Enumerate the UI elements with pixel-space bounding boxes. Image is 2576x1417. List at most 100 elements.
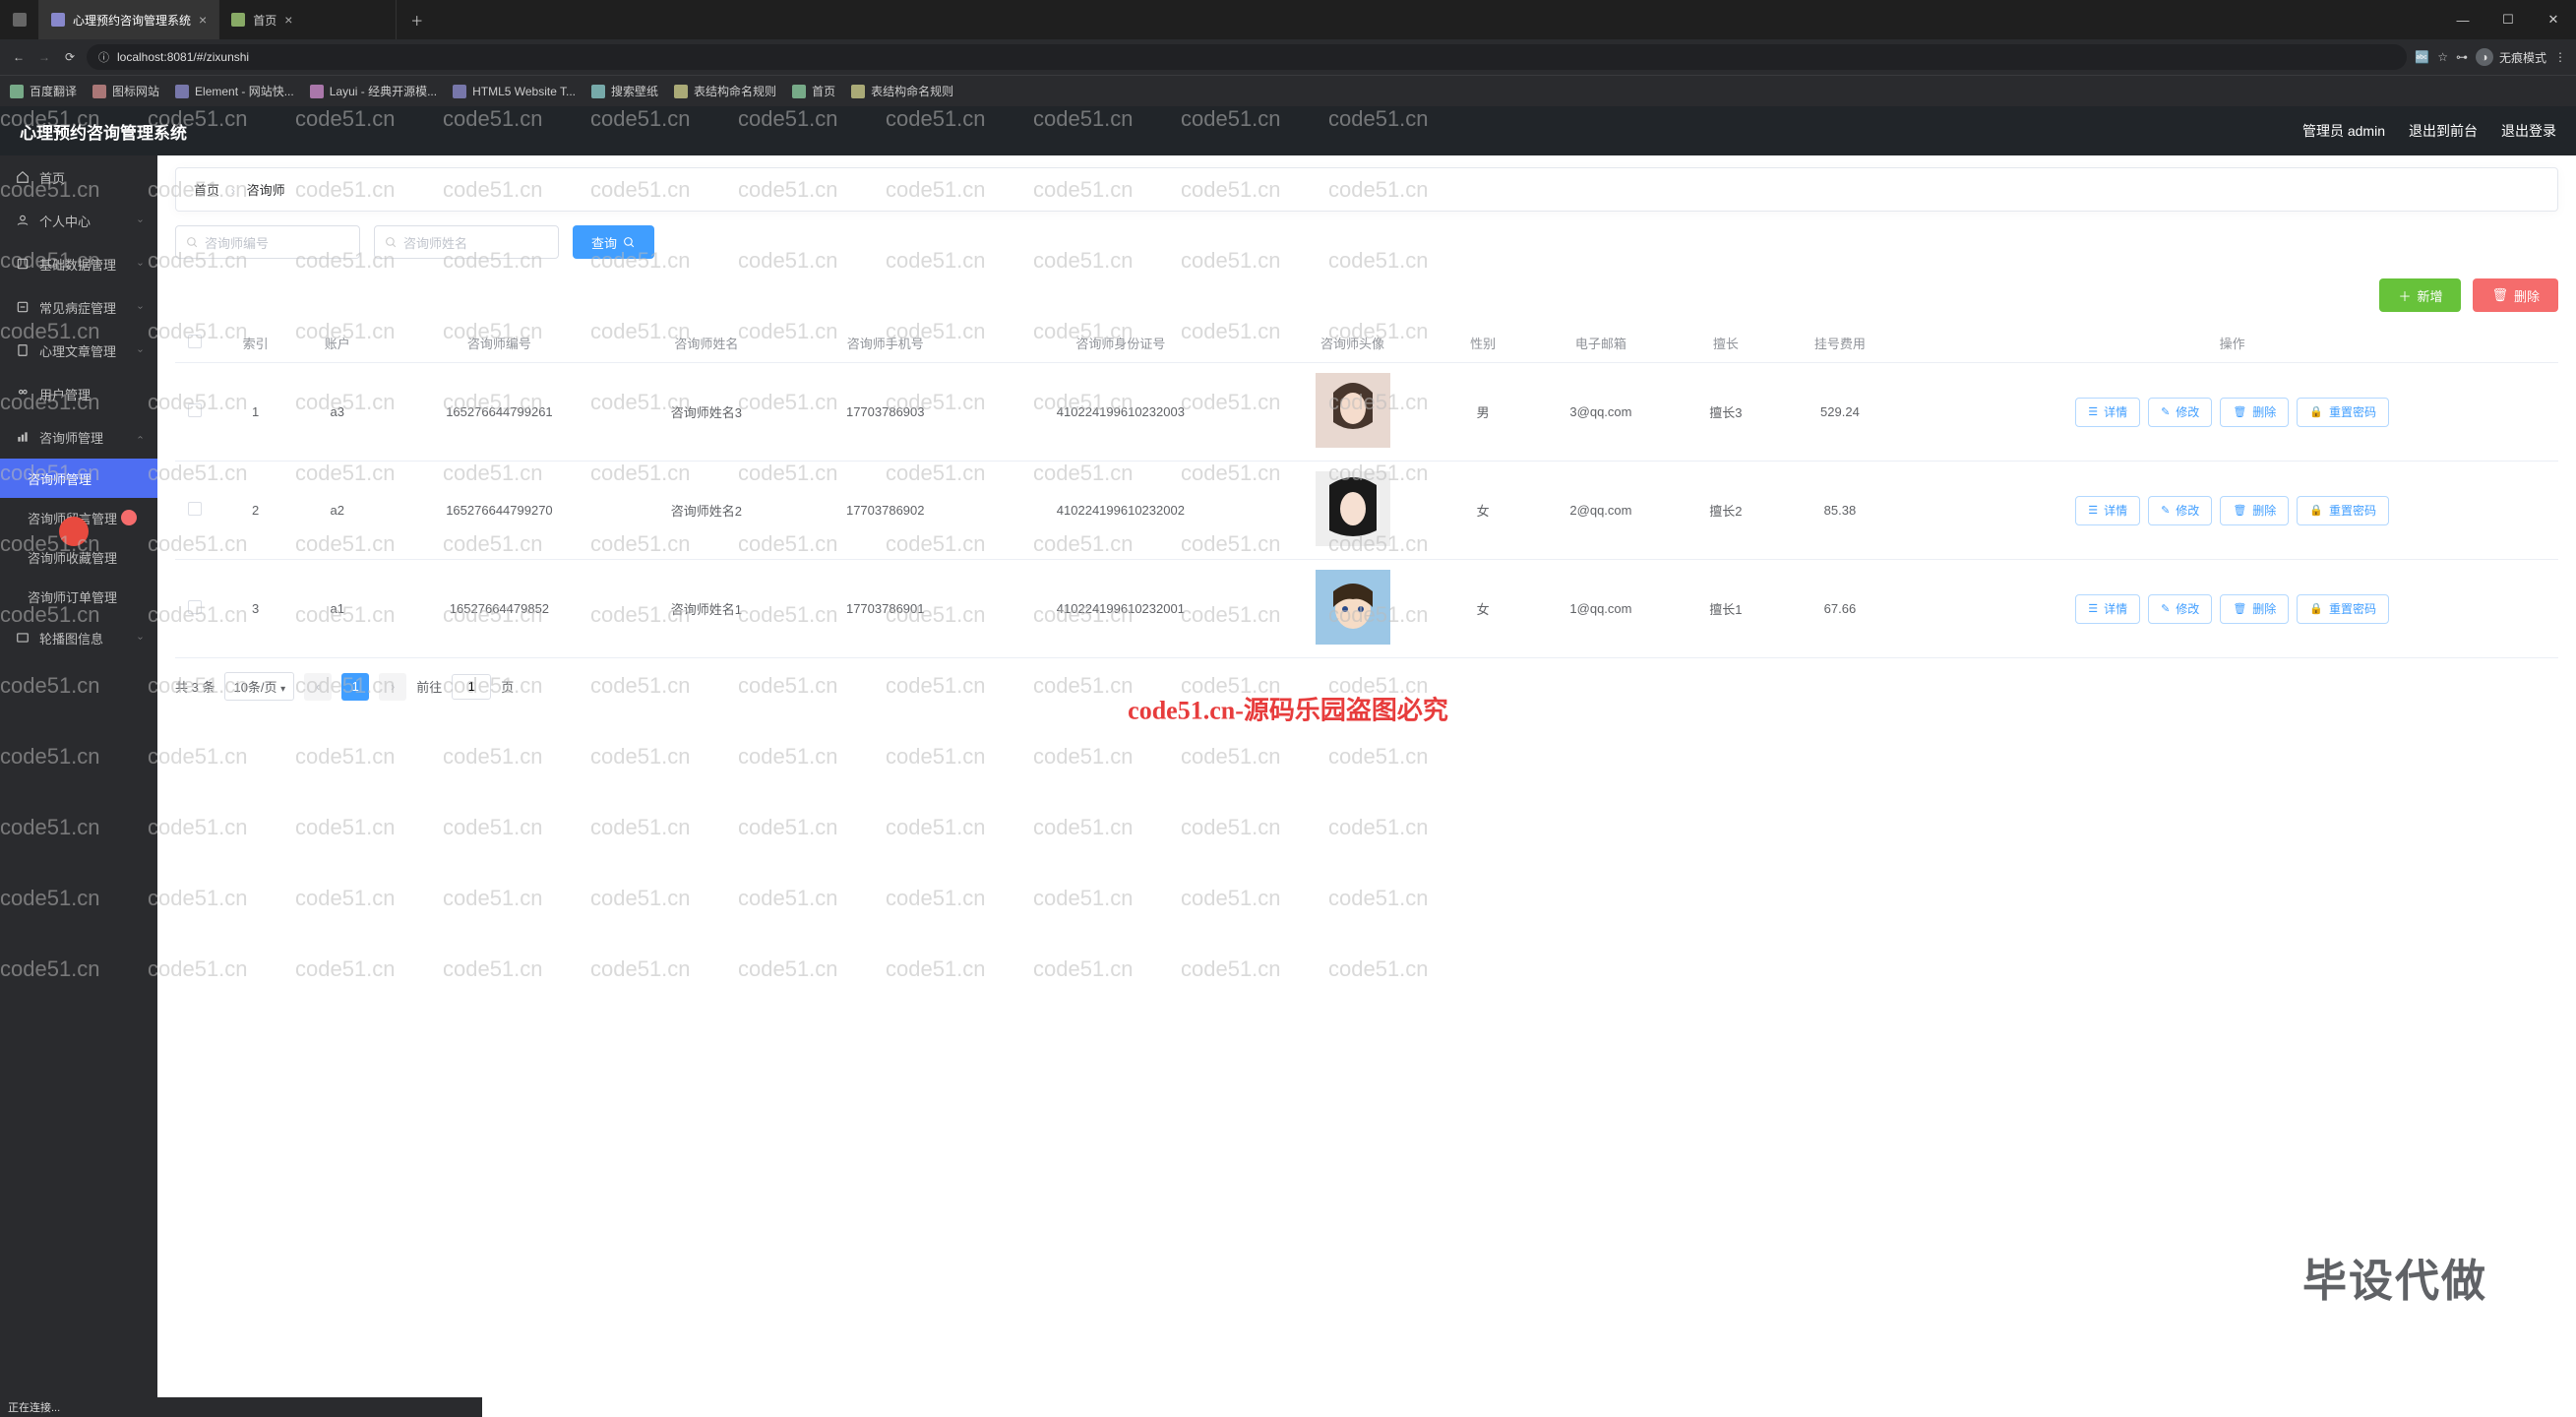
row-checkbox[interactable] bbox=[188, 403, 202, 417]
close-icon[interactable]: × bbox=[284, 12, 292, 28]
sidebar-item-label: 轮播图信息 bbox=[39, 629, 103, 647]
delete-button[interactable]: 🗑 删除 bbox=[2473, 278, 2558, 312]
cell-phone: 17703786903 bbox=[792, 363, 978, 462]
cell-idx: 1 bbox=[215, 363, 296, 462]
lock-icon: 🔒 bbox=[2309, 405, 2323, 418]
edit-button[interactable]: ✎ 修改 bbox=[2148, 594, 2212, 624]
bookmark-item[interactable]: 搜索壁纸 bbox=[591, 83, 658, 99]
sidebar-item[interactable]: 心理文章管理 › bbox=[0, 329, 157, 372]
jump-input[interactable] bbox=[452, 674, 491, 700]
detail-button[interactable]: ☰ 详情 bbox=[2075, 398, 2140, 427]
page-size-select[interactable]: 10条/页 ▾ bbox=[224, 672, 294, 701]
close-icon[interactable]: × bbox=[199, 12, 207, 28]
key-icon[interactable]: ⊶ bbox=[2456, 50, 2468, 64]
cell-good: 擅长2 bbox=[1678, 462, 1773, 560]
browser-tab-active[interactable]: 心理预约咨询管理系统 × bbox=[39, 0, 219, 39]
browser-tab-home[interactable]: 首页 × bbox=[219, 0, 397, 39]
action-row: ＋ 新增 🗑 删除 bbox=[175, 278, 2558, 312]
profile-chip[interactable]: ◑ 无痕模式 bbox=[2476, 48, 2546, 66]
cell-name: 咨询师姓名2 bbox=[621, 462, 793, 560]
next-page-button[interactable]: › bbox=[379, 673, 406, 701]
row-delete-button[interactable]: 🗑 删除 bbox=[2220, 398, 2289, 427]
reload-button[interactable]: ⟳ bbox=[61, 50, 79, 64]
bookmark-favicon bbox=[453, 85, 466, 98]
row-delete-button[interactable]: 🗑 删除 bbox=[2220, 594, 2289, 624]
reset-pwd-button[interactable]: 🔒 重置密码 bbox=[2297, 398, 2389, 427]
cell-acct: a3 bbox=[296, 363, 378, 462]
search-button[interactable]: 查询 bbox=[573, 225, 654, 259]
sidebar-item[interactable]: 咨询师管理 › bbox=[0, 415, 157, 459]
add-button[interactable]: ＋ 新增 bbox=[2379, 278, 2461, 312]
sidebar-subitem[interactable]: 咨询师留言管理 bbox=[0, 498, 157, 537]
detail-button[interactable]: ☰ 详情 bbox=[2075, 594, 2140, 624]
edit-button[interactable]: ✎ 修改 bbox=[2148, 398, 2212, 427]
table-row: 1 a3 165276644799261 咨询师姓名3 17703786903 … bbox=[175, 363, 2558, 462]
select-all-checkbox[interactable] bbox=[188, 335, 202, 348]
counselor-name-input[interactable]: 咨询师姓名 bbox=[374, 225, 559, 259]
cell-no: 165276644799270 bbox=[378, 462, 620, 560]
reset-pwd-button[interactable]: 🔒 重置密码 bbox=[2297, 496, 2389, 525]
bookmark-item[interactable]: Layui - 经典开源模... bbox=[310, 83, 437, 99]
user-label[interactable]: 管理员 admin bbox=[2302, 121, 2385, 141]
sidebar-item-label: 个人中心 bbox=[39, 212, 91, 230]
sidebar-sub-label: 咨询师管理 bbox=[28, 469, 92, 488]
bookmark-item[interactable]: 百度翻译 bbox=[10, 83, 77, 99]
row-delete-button[interactable]: 🗑 删除 bbox=[2220, 496, 2289, 525]
sidebar-subitem[interactable]: 咨询师订单管理 bbox=[0, 577, 157, 616]
img-icon bbox=[16, 631, 30, 645]
back-button[interactable]: ← bbox=[10, 50, 28, 64]
minimize-button[interactable]: — bbox=[2440, 0, 2485, 39]
back-to-front-button[interactable]: 退出到前台 bbox=[2409, 121, 2478, 141]
edit-button[interactable]: ✎ 修改 bbox=[2148, 496, 2212, 525]
search-icon bbox=[186, 236, 199, 249]
bookmark-item[interactable]: 表结构命名规则 bbox=[851, 83, 953, 99]
chevron-icon: › bbox=[135, 636, 146, 639]
app-title: 心理预约咨询管理系统 bbox=[20, 119, 187, 144]
sidebar-item[interactable]: 轮播图信息 › bbox=[0, 616, 157, 659]
sidebar-item[interactable]: 用户管理 bbox=[0, 372, 157, 415]
sidebar-item[interactable]: 首页 bbox=[0, 155, 157, 199]
avatar bbox=[1316, 471, 1390, 546]
bookmark-item[interactable]: 表结构命名规则 bbox=[674, 83, 776, 99]
bookmark-item[interactable]: 首页 bbox=[792, 83, 835, 99]
address-bar: ← → ⟳ ⓘ localhost:8081/#/zixunshi 🔤 ☆ ⊶ … bbox=[0, 39, 2576, 75]
cell-good: 擅长3 bbox=[1678, 363, 1773, 462]
translate-icon[interactable]: 🔤 bbox=[2415, 50, 2429, 64]
prev-page-button[interactable]: ‹ bbox=[304, 673, 332, 701]
close-window-button[interactable]: ✕ bbox=[2531, 0, 2576, 39]
trash-icon: 🗑 bbox=[2233, 405, 2246, 418]
bookmark-item[interactable]: Element - 网站快... bbox=[175, 83, 294, 99]
bookmark-item[interactable]: 图标网站 bbox=[92, 83, 159, 99]
cell-idcard: 410224199610232003 bbox=[978, 363, 1262, 462]
detail-button[interactable]: ☰ 详情 bbox=[2075, 496, 2140, 525]
counselor-no-input[interactable]: 咨询师编号 bbox=[175, 225, 360, 259]
pagination: 共 3 条 10条/页 ▾ ‹ 1 › 前往 页 bbox=[175, 672, 2558, 701]
new-tab-button[interactable]: ＋ bbox=[397, 0, 437, 39]
url-input[interactable]: ⓘ localhost:8081/#/zixunshi bbox=[87, 44, 2407, 70]
cell-gender: 女 bbox=[1442, 560, 1524, 658]
jump-suffix: 页 bbox=[501, 677, 514, 696]
cell-avatar bbox=[1262, 462, 1441, 560]
sidebar-sub-label: 咨询师订单管理 bbox=[28, 587, 117, 606]
reset-pwd-button[interactable]: 🔒 重置密码 bbox=[2297, 594, 2389, 624]
table-row: 2 a2 165276644799270 咨询师姓名2 17703786902 … bbox=[175, 462, 2558, 560]
row-checkbox[interactable] bbox=[188, 502, 202, 516]
breadcrumb-current: 咨询师 bbox=[247, 183, 285, 198]
logout-button[interactable]: 退出登录 bbox=[2501, 121, 2556, 141]
page-number[interactable]: 1 bbox=[341, 673, 369, 701]
bookmark-item[interactable]: HTML5 Website T... bbox=[453, 85, 576, 98]
maximize-button[interactable]: ☐ bbox=[2485, 0, 2531, 39]
browser-tab-blank[interactable] bbox=[0, 0, 39, 39]
star-icon[interactable]: ☆ bbox=[2437, 50, 2448, 64]
forward-button[interactable]: → bbox=[35, 50, 53, 64]
sidebar-item[interactable]: 基础数据管理 › bbox=[0, 242, 157, 285]
sidebar-item[interactable]: 常见病症管理 › bbox=[0, 285, 157, 329]
sidebar-item[interactable]: 个人中心 › bbox=[0, 199, 157, 242]
breadcrumb-home[interactable]: 首页 bbox=[194, 183, 219, 198]
menu-icon[interactable]: ⋮ bbox=[2554, 50, 2566, 64]
sidebar-subitem[interactable]: 咨询师收藏管理 bbox=[0, 537, 157, 577]
jump-label: 前往 bbox=[416, 677, 442, 696]
sidebar-subitem[interactable]: 咨询师管理 bbox=[0, 459, 157, 498]
row-checkbox[interactable] bbox=[188, 600, 202, 614]
cell-gender: 女 bbox=[1442, 462, 1524, 560]
